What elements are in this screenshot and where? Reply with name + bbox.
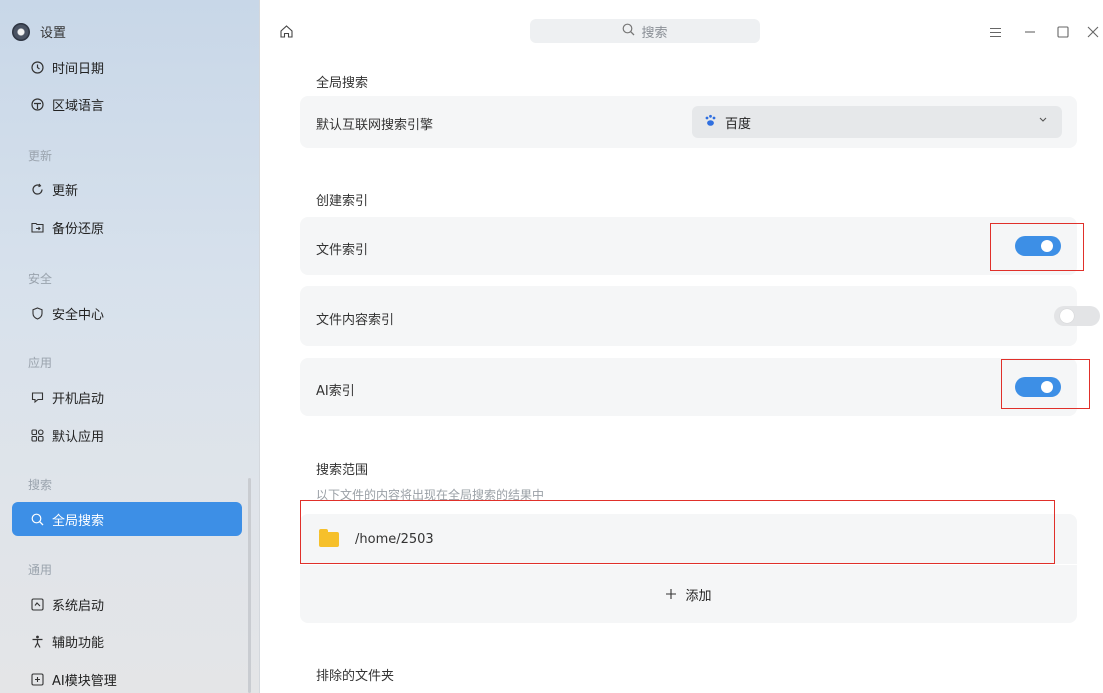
- highlight-box-ai-index: [1001, 359, 1090, 409]
- sidebar-item-label: 区域语言: [52, 98, 105, 114]
- close-icon[interactable]: [1085, 24, 1101, 40]
- maximize-icon[interactable]: [1055, 24, 1071, 40]
- highlight-box-scope: [300, 500, 1055, 564]
- section-security: 安全: [28, 272, 53, 286]
- search-input[interactable]: 搜索: [530, 19, 760, 43]
- sidebar-item-label: 系统启动: [52, 598, 105, 614]
- section-general: 通用: [28, 563, 53, 577]
- sidebar-item-security[interactable]: 安全中心: [12, 296, 242, 330]
- shield-icon: [30, 306, 44, 320]
- file-index-card: 文件索引: [300, 217, 1077, 275]
- search-engine-value: 百度: [725, 116, 752, 132]
- sidebar-item-label: 开机启动: [52, 391, 105, 407]
- search-icon: [622, 23, 635, 40]
- accessibility-icon: [30, 634, 44, 648]
- home-icon[interactable]: [279, 24, 295, 40]
- sidebar-scrollbar[interactable]: [248, 478, 251, 693]
- sidebar-item-label: 辅助功能: [52, 635, 105, 651]
- backup-icon: [30, 220, 44, 234]
- globe-icon: [30, 97, 44, 111]
- app-title: 设置: [40, 26, 67, 41]
- sidebar-item-datetime[interactable]: 时间日期: [12, 50, 242, 84]
- sidebar-item-label: 全局搜索: [52, 513, 105, 529]
- minimize-icon[interactable]: [1022, 24, 1038, 40]
- sidebar-item-label: 更新: [52, 183, 79, 199]
- toggle-knob: [1060, 309, 1074, 323]
- search-engine-select[interactable]: 百度: [692, 106, 1062, 138]
- app-title-bar: 设置: [12, 22, 66, 41]
- add-label: 添加: [685, 588, 712, 604]
- content-index-label: 文件内容索引: [316, 313, 395, 328]
- sidebar-item-global-search[interactable]: 全局搜索: [12, 502, 242, 536]
- sidebar-item-label: 默认应用: [52, 429, 105, 445]
- ai-index-card: AI索引: [300, 358, 1077, 416]
- sidebar-item-autostart[interactable]: 开机启动: [12, 380, 242, 414]
- sidebar-item-backup[interactable]: 备份还原: [12, 210, 242, 244]
- sidebar-item-default-apps[interactable]: 默认应用: [12, 418, 242, 452]
- section-title-scope: 搜索范围: [316, 463, 369, 478]
- sidebar-item-label: 备份还原: [52, 221, 105, 237]
- section-title-index: 创建索引: [316, 194, 369, 209]
- main-content: 全局搜索 默认互联网搜索引擎 百度 创建索引 文件索引 文件内容索引 AI索引 …: [261, 52, 1103, 693]
- section-title-global-search: 全局搜索: [316, 76, 369, 91]
- refresh-icon: [30, 182, 44, 196]
- sidebar-item-label: AI模块管理: [52, 673, 117, 689]
- search-placeholder: 搜索: [641, 25, 668, 41]
- section-search: 搜索: [28, 478, 53, 492]
- ai-index-label: AI索引: [316, 384, 355, 399]
- chevron-down-icon: [1038, 114, 1048, 127]
- file-index-label: 文件索引: [316, 243, 369, 258]
- settings-window: 设置 时间日期 区域语言 更新 更新 备份还原 安全 安全中心 应用 开机启动 …: [0, 0, 1103, 693]
- titlebar: 搜索: [261, 0, 1103, 52]
- boot-icon: [30, 597, 44, 611]
- sidebar-item-ai-module[interactable]: AI模块管理: [12, 662, 242, 693]
- sidebar-item-update[interactable]: 更新: [12, 172, 242, 206]
- search-icon: [30, 512, 44, 526]
- plus-icon: [665, 585, 677, 604]
- content-index-toggle[interactable]: [1054, 306, 1100, 326]
- search-engine-card: 默认互联网搜索引擎 百度: [300, 96, 1077, 148]
- sidebar-item-label: 时间日期: [52, 61, 105, 77]
- clock-icon: [30, 60, 44, 74]
- apps-grid-icon: [30, 428, 44, 442]
- sidebar-item-label: 安全中心: [52, 307, 105, 323]
- sidebar-item-accessibility[interactable]: 辅助功能: [12, 624, 242, 658]
- section-update: 更新: [28, 149, 53, 163]
- settings-app-icon: [12, 22, 30, 41]
- sidebar-item-region[interactable]: 区域语言: [12, 87, 242, 121]
- content-index-card: 文件内容索引: [300, 286, 1100, 346]
- autostart-icon: [30, 390, 44, 404]
- search-engine-label: 默认互联网搜索引擎: [316, 118, 434, 133]
- sidebar-item-boot[interactable]: 系统启动: [12, 587, 242, 621]
- sidebar: 设置 时间日期 区域语言 更新 更新 备份还原 安全 安全中心 应用 开机启动 …: [0, 0, 260, 693]
- section-apps: 应用: [28, 356, 53, 370]
- menu-icon[interactable]: [987, 24, 1003, 40]
- ai-module-icon: [30, 672, 44, 686]
- highlight-box-file-index: [990, 223, 1084, 271]
- baidu-paw-icon: [704, 114, 717, 131]
- add-scope-button[interactable]: 添加: [300, 565, 1077, 623]
- section-title-exclude: 排除的文件夹: [316, 669, 395, 684]
